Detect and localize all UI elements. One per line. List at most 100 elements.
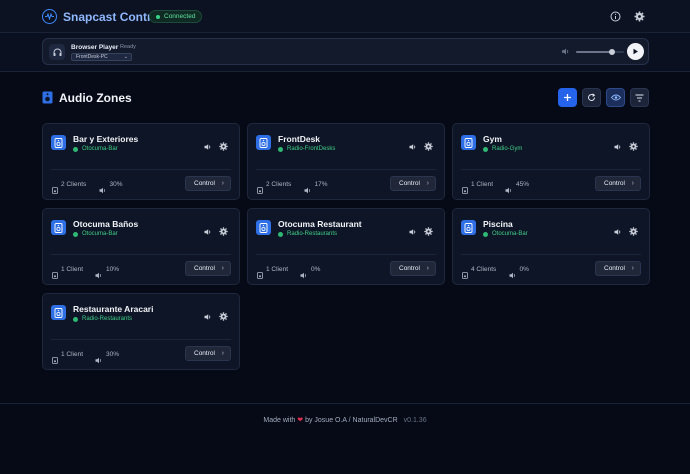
zone-volume: 10% [106, 266, 120, 273]
device-icon [462, 266, 468, 279]
zone-settings-gear-icon[interactable] [219, 223, 228, 236]
zone-settings-gear-icon[interactable] [424, 138, 433, 151]
mute-toggle-volume-icon[interactable] [409, 138, 417, 150]
footer-credits: by Josue O.A / NaturalDevCR [305, 417, 398, 424]
section-title: Audio Zones [59, 91, 132, 105]
volume-icon [300, 266, 308, 279]
headphones-icon [49, 44, 65, 60]
zone-clients: 2 Clients [61, 181, 87, 188]
speaker-icon [51, 135, 66, 150]
connection-status-badge: Connected [149, 10, 203, 23]
zone-control-button[interactable]: Control › [390, 261, 436, 276]
volume-icon [95, 351, 103, 364]
zone-settings-gear-icon[interactable] [424, 223, 433, 236]
mute-toggle-volume-icon[interactable] [204, 138, 212, 150]
client-select[interactable]: FrontDesk-PC ⌄ [71, 53, 132, 61]
speaker-icon [256, 135, 271, 150]
zone-volume: 17% [314, 181, 328, 188]
zone-settings-gear-icon[interactable] [629, 223, 638, 236]
settings-gear-icon[interactable] [633, 10, 645, 22]
player-title: Browser Player [71, 44, 119, 51]
zone-card: FrontDesk Radio-FrontDesks 2 Clients 17% Con… [247, 123, 445, 200]
filter-button[interactable] [630, 88, 649, 107]
mute-toggle-volume-icon[interactable] [204, 223, 212, 235]
footer: Made with ❤ by Josue O.A / NaturalDevCR … [0, 416, 690, 424]
zone-card: Otocuma Baños Otocuma-Bar 1 Client 10% Contr… [42, 208, 240, 285]
volume-icon [509, 266, 517, 279]
zone-control-button[interactable]: Control › [595, 261, 641, 276]
filter-icon [635, 94, 644, 101]
control-label: Control [194, 265, 215, 272]
zone-control-button[interactable]: Control › [595, 176, 641, 191]
waveform-logo-icon [42, 9, 57, 24]
zone-settings-gear-icon[interactable] [219, 308, 228, 321]
zone-control-button[interactable]: Control › [185, 176, 231, 191]
chevron-right-icon: › [426, 180, 429, 187]
zone-control-button[interactable]: Control › [390, 176, 436, 191]
app-title: Snapcast Control [63, 10, 163, 24]
zone-volume: 0% [311, 266, 321, 273]
zone-stream: Radio-Gym [483, 146, 522, 152]
card-divider [51, 339, 231, 340]
card-divider [461, 169, 641, 170]
zone-name: Otocuma Restaurant [278, 219, 362, 229]
chevron-down-icon: ⌄ [123, 54, 128, 60]
control-label: Control [604, 180, 625, 187]
device-icon [52, 266, 58, 279]
speaker-section-icon [42, 91, 53, 104]
zone-volume: 30% [106, 351, 120, 358]
zone-name: Otocuma Baños [73, 219, 139, 229]
zone-clients: 2 Clients [266, 181, 292, 188]
speaker-icon [461, 135, 476, 150]
player-status: Ready [120, 44, 136, 50]
mute-toggle-volume-icon[interactable] [204, 308, 212, 320]
zone-card: Bar y Exteriores Otocuma-Bar 2 Clients 30% C… [42, 123, 240, 200]
mute-toggle-volume-icon[interactable] [614, 138, 622, 150]
plus-icon [564, 94, 571, 101]
player-volume-thumb[interactable] [609, 49, 615, 55]
zone-clients: 4 Clients [471, 266, 497, 273]
card-divider [51, 254, 231, 255]
zone-volume: 0% [519, 266, 529, 273]
browser-player: Browser Player Ready FrontDesk-PC ⌄ [42, 38, 649, 65]
visibility-button[interactable] [606, 88, 625, 107]
chevron-right-icon: › [631, 265, 634, 272]
zone-clients: 1 Client [471, 181, 494, 188]
zone-stream: Otocuma-Bar [73, 146, 118, 152]
control-label: Control [399, 180, 420, 187]
info-icon[interactable] [609, 10, 621, 22]
card-divider [51, 169, 231, 170]
zone-clients: 1 Client [266, 266, 289, 273]
zone-settings-gear-icon[interactable] [219, 138, 228, 151]
add-zone-button[interactable] [558, 88, 577, 107]
card-divider [461, 254, 641, 255]
mute-toggle-volume-icon[interactable] [614, 223, 622, 235]
zone-settings-gear-icon[interactable] [629, 138, 638, 151]
zone-card: Restaurante Aracari Radio-Restaurants 1 Cl… [42, 293, 240, 370]
play-button[interactable] [627, 43, 644, 60]
zone-name: Restaurante Aracari [73, 304, 154, 314]
speaker-icon [256, 220, 271, 235]
heart-icon: ❤ [297, 417, 304, 424]
volume-icon [304, 181, 312, 194]
play-icon [633, 48, 638, 55]
speaker-icon [51, 220, 66, 235]
player-volume-slider[interactable] [576, 49, 624, 55]
zone-name: Gym [483, 134, 502, 144]
card-divider [256, 254, 436, 255]
client-select-value: FrontDesk-PC [76, 54, 108, 60]
control-label: Control [194, 180, 215, 187]
zone-control-button[interactable]: Control › [185, 261, 231, 276]
volume-icon [505, 181, 513, 194]
app-version: v0.1.36 [403, 417, 427, 424]
refresh-button[interactable] [582, 88, 601, 107]
zone-name: Bar y Exteriores [73, 134, 139, 144]
app-header: Snapcast Control Connected [0, 0, 690, 33]
zone-control-button[interactable]: Control › [185, 346, 231, 361]
device-icon [257, 266, 263, 279]
chevron-right-icon: › [221, 180, 224, 187]
device-icon [257, 181, 263, 194]
footer-made-with: Made with [263, 417, 296, 424]
control-label: Control [604, 265, 625, 272]
mute-toggle-volume-icon[interactable] [409, 223, 417, 235]
